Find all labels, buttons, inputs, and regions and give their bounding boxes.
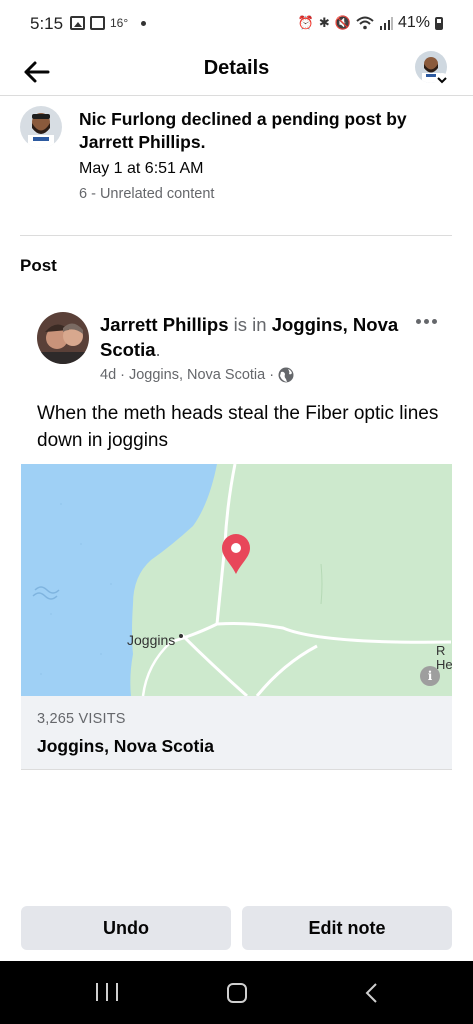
notification-dot-icon <box>141 20 147 26</box>
meta-separator: · <box>269 367 275 383</box>
map-details[interactable]: 3,265 VISITS Joggins, Nova Scotia <box>21 696 452 770</box>
post-more-options-button[interactable] <box>410 310 442 332</box>
recents-bar-icon <box>116 983 118 1001</box>
moderator-avatar-image <box>20 106 62 148</box>
status-system-icons: ⏰ ✱ 🔇 41% <box>298 14 443 32</box>
recents-bar-icon <box>106 983 108 1001</box>
post-body-text: When the meth heads steal the Fiber opti… <box>37 403 439 451</box>
chevron-down-icon <box>437 77 447 84</box>
globe-icon <box>278 367 294 383</box>
post-header-period: . <box>155 339 161 360</box>
map-place-label: Joggins <box>127 632 176 648</box>
wifi-icon <box>356 16 374 30</box>
battery-percent: 41% <box>397 14 430 31</box>
app-header: Details <box>0 48 473 96</box>
more-dot-icon <box>423 318 429 324</box>
more-dot-icon <box>415 318 421 324</box>
battery-icon <box>435 16 443 30</box>
map-edge-label: R He <box>436 644 452 672</box>
map-info-icon[interactable]: i <box>420 666 440 686</box>
account-switch-button[interactable] <box>435 73 449 87</box>
moderator-avatar[interactable] <box>20 106 62 148</box>
post-connector: is in <box>233 314 267 335</box>
recents-button[interactable] <box>96 983 118 1003</box>
visits-count: 3,265 VISITS <box>37 711 126 727</box>
gallery-icon <box>70 16 85 30</box>
more-dot-icon <box>431 318 437 324</box>
undo-button[interactable]: Undo <box>21 906 231 950</box>
status-notifications: 16° <box>70 16 147 30</box>
edit-note-button[interactable]: Edit note <box>242 906 452 950</box>
system-nav-bar <box>0 961 473 1024</box>
post-author-line: Jarrett Phillips is in Joggins, Nova Sco… <box>100 312 400 362</box>
recents-bar-icon <box>96 983 98 1001</box>
news-icon <box>90 16 105 30</box>
chevron-left-icon <box>365 983 377 1003</box>
location-map[interactable]: Joggins R He i <box>21 464 452 696</box>
signal-icon <box>379 17 393 30</box>
status-time: 5:15 <box>30 14 64 33</box>
mute-icon: 🔇 <box>334 15 351 30</box>
page-title: Details <box>203 57 270 79</box>
status-bar: 5:15 16° ⏰ ✱ 🔇 41% <box>0 0 473 48</box>
home-button[interactable] <box>227 983 247 1003</box>
alarm-icon: ⏰ <box>297 15 314 30</box>
meta-separator: · <box>120 367 125 383</box>
bluetooth-icon: ✱ <box>318 15 330 30</box>
post-meta-location: Joggins, Nova Scotia <box>128 367 266 383</box>
post-meta: 4d · Joggins, Nova Scotia · <box>100 367 294 383</box>
map-location-title: Joggins, Nova Scotia <box>37 736 214 756</box>
post-author-avatar-image <box>37 312 89 364</box>
post-age[interactable]: 4d <box>100 367 116 383</box>
post-author-avatar[interactable] <box>37 312 89 364</box>
map-edge-label-line: R <box>436 643 446 658</box>
map-image <box>21 464 452 696</box>
system-back-button[interactable] <box>362 983 382 1003</box>
decline-reason: 6 - Unrelated content <box>79 186 215 202</box>
activity-description: Nic Furlong declined a pending post by J… <box>79 109 407 152</box>
activity-summary: Nic Furlong declined a pending post by J… <box>20 104 452 236</box>
post-section-heading: Post <box>20 256 57 275</box>
status-temperature: 16° <box>110 16 129 30</box>
post-author-name[interactable]: Jarrett Phillips <box>100 314 229 335</box>
activity-timestamp: May 1 at 6:51 AM <box>79 160 204 177</box>
